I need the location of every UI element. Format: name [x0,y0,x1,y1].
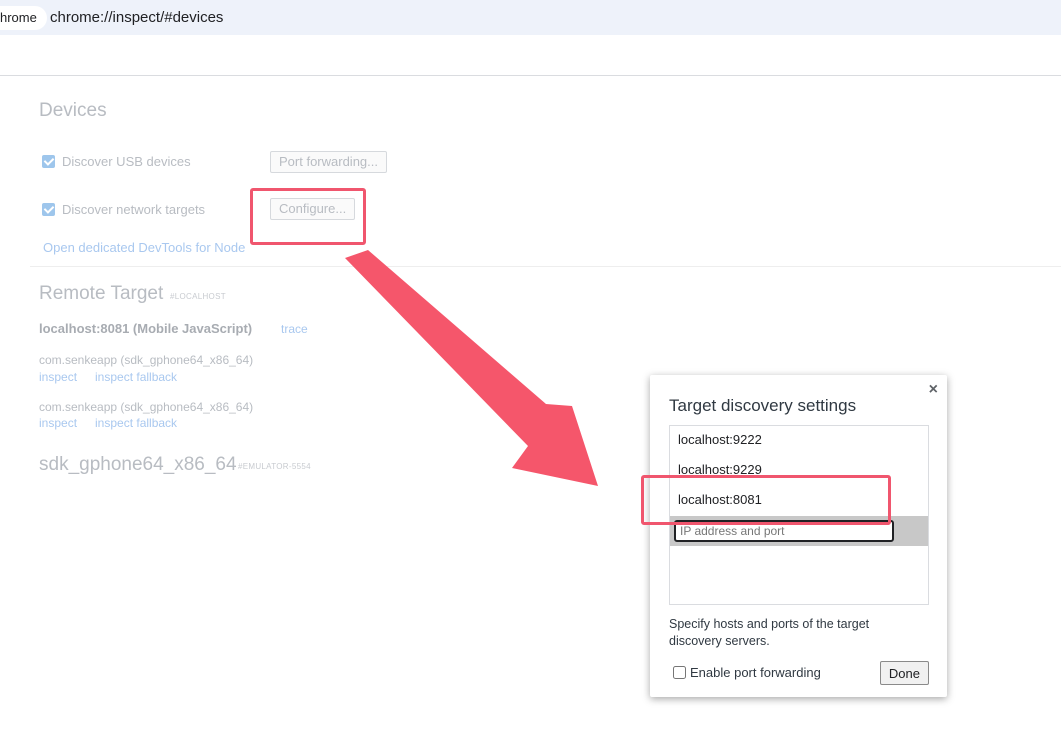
discover-network-label: Discover network targets [62,202,206,217]
devices-heading: Devices [39,100,107,121]
discover-network-row[interactable]: Discover network targets [42,202,205,217]
remote-target-heading: Remote Target [39,283,164,304]
enable-port-forwarding-label: Enable port forwarding [690,665,821,680]
url-prefix: chrome:// [50,9,113,26]
target-entry-label: com.senkeapp (sdk_gphone64_x86_64) [39,400,254,414]
close-icon[interactable]: × [929,381,938,399]
url-suffix: /#devices [160,9,224,26]
inspect-link[interactable]: inspect [39,416,77,430]
inspect-fallback-link[interactable]: inspect fallback [95,416,177,430]
inspect-link[interactable]: inspect [39,370,77,384]
configure-highlight-box [250,188,366,245]
url-text[interactable]: chrome://inspect/#devices [50,9,223,26]
inspect-fallback-link[interactable]: inspect fallback [95,370,177,384]
discover-usb-row[interactable]: Discover USB devices [42,154,191,169]
address-bar[interactable]: hrome chrome://inspect/#devices [0,0,1061,35]
discover-network-checkbox[interactable] [42,203,55,216]
trace-link[interactable]: trace [281,322,308,336]
enable-port-forwarding-row[interactable]: Enable port forwarding [673,665,821,680]
localhost-tag: #LOCALHOST [170,292,226,301]
emulator-tag: #EMULATOR-5554 [238,462,311,471]
discover-usb-checkbox[interactable] [42,155,55,168]
device-heading: sdk_gphone64_x86_64 [39,454,237,475]
done-button[interactable]: Done [879,661,929,685]
dialog-description: Specify hosts and ports of the target di… [669,617,870,648]
target-discovery-dialog: Target discovery settings × localhost:92… [650,375,947,697]
target-entry-label: com.senkeapp (sdk_gphone64_x86_64) [39,353,254,367]
list-item[interactable]: localhost:9222 [678,432,762,447]
url-host: inspect [112,9,161,26]
discover-usb-label: Discover USB devices [62,154,191,169]
open-node-devtools-link[interactable]: Open dedicated DevTools for Node [43,240,245,255]
site-chip[interactable]: hrome [0,6,47,30]
enable-port-forwarding-checkbox[interactable] [673,666,686,679]
target-name: localhost:8081 (Mobile JavaScript) [39,321,253,336]
target-highlight-box [641,475,891,525]
dialog-title: Target discovery settings [669,396,857,415]
section-divider [30,266,1061,267]
port-forwarding-button[interactable]: Port forwarding... [270,151,387,173]
